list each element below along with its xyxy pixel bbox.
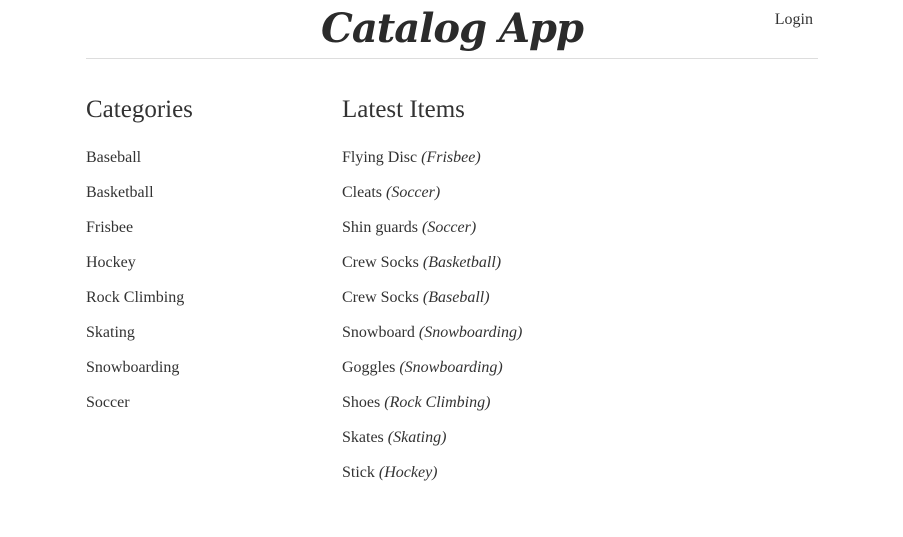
category-link[interactable]: Baseball <box>86 148 326 183</box>
item-name: Goggles <box>342 359 396 376</box>
item-category: (Basketball) <box>422 254 502 271</box>
item-name: Skates <box>342 429 384 446</box>
item-name: Flying Disc <box>342 149 418 166</box>
item-name: Crew Socks <box>342 289 419 306</box>
item-category: (Soccer) <box>422 219 477 236</box>
item-category: (Soccer) <box>386 184 441 201</box>
item-category: (Snowboarding) <box>399 359 503 376</box>
latest-item[interactable]: Goggles (Snowboarding) <box>342 358 802 393</box>
item-name: Shin guards <box>342 219 418 236</box>
item-name: Crew Socks <box>342 254 419 271</box>
category-link[interactable]: Basketball <box>86 183 326 218</box>
login-link[interactable]: Login <box>775 11 813 29</box>
latest-items-panel: Latest Items Flying Disc (Frisbee) Cleat… <box>342 94 802 498</box>
categories-panel: Categories Baseball Basketball Frisbee H… <box>86 94 326 428</box>
item-category: (Rock Climbing) <box>384 394 491 411</box>
item-name: Cleats <box>342 184 382 201</box>
latest-item[interactable]: Shoes (Rock Climbing) <box>342 393 802 428</box>
latest-item[interactable]: Skates (Skating) <box>342 428 802 463</box>
latest-item[interactable]: Cleats (Soccer) <box>342 183 802 218</box>
latest-item[interactable]: Crew Socks (Basketball) <box>342 253 802 288</box>
item-category: (Baseball) <box>422 289 490 306</box>
category-link[interactable]: Skating <box>86 323 326 358</box>
categories-heading: Categories <box>86 96 193 123</box>
latest-item[interactable]: Snowboard (Snowboarding) <box>342 323 802 358</box>
item-category: (Skating) <box>387 429 447 446</box>
latest-items-heading: Latest Items <box>342 96 465 123</box>
item-name: Shoes <box>342 394 381 411</box>
item-category: (Hockey) <box>378 464 438 481</box>
category-link[interactable]: Snowboarding <box>86 358 326 393</box>
latest-item[interactable]: Crew Socks (Baseball) <box>342 288 802 323</box>
category-link[interactable]: Hockey <box>86 253 326 288</box>
category-link[interactable]: Soccer <box>86 393 326 428</box>
item-category: (Frisbee) <box>421 149 481 166</box>
item-name: Snowboard <box>342 324 415 341</box>
latest-item[interactable]: Shin guards (Soccer) <box>342 218 802 253</box>
item-name: Stick <box>342 464 375 481</box>
brand-title[interactable]: Catalog App <box>86 4 818 54</box>
categories-list: Baseball Basketball Frisbee Hockey Rock … <box>86 148 326 428</box>
item-category: (Snowboarding) <box>418 324 523 341</box>
category-link[interactable]: Frisbee <box>86 218 326 253</box>
category-link[interactable]: Rock Climbing <box>86 288 326 323</box>
navbar: Catalog App Login <box>86 0 818 59</box>
latest-item[interactable]: Flying Disc (Frisbee) <box>342 148 802 183</box>
latest-items-list: Flying Disc (Frisbee) Cleats (Soccer) Sh… <box>342 148 802 498</box>
latest-item[interactable]: Stick (Hockey) <box>342 463 802 498</box>
